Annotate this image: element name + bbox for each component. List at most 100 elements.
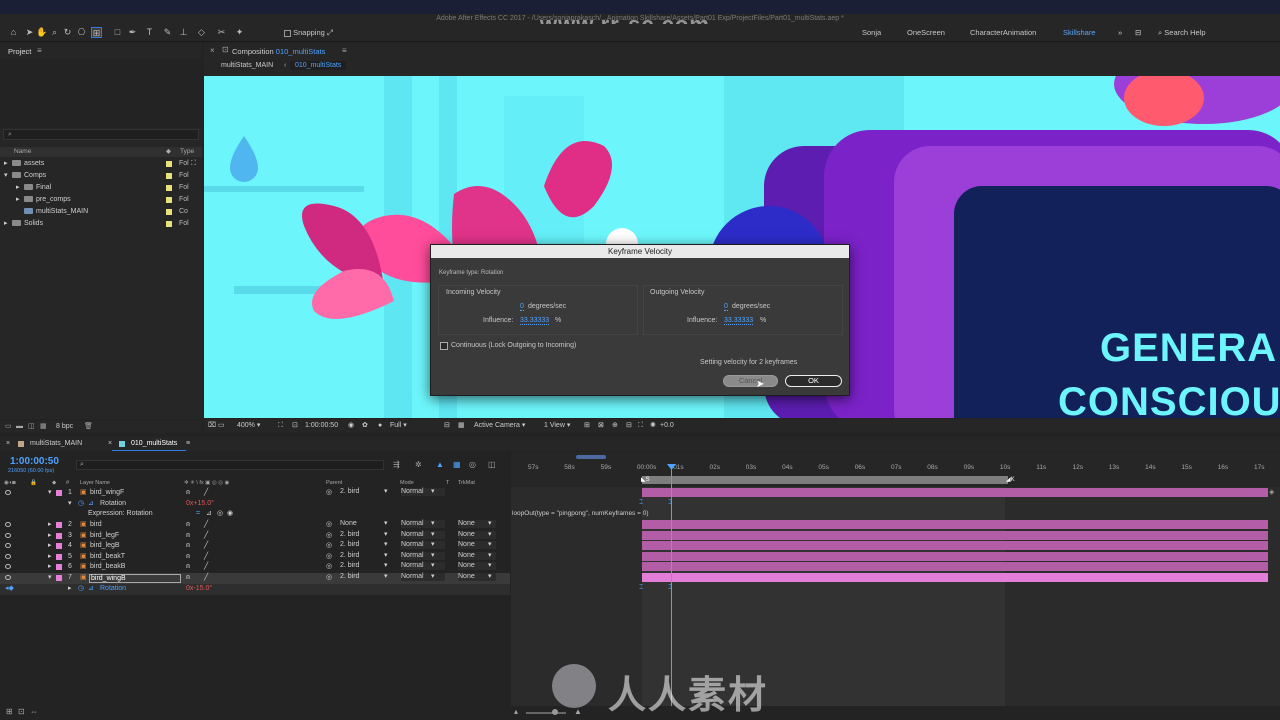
reset-exposure-icon[interactable]: ✺ [650,419,656,433]
label-col-icon[interactable]: ◆ [52,479,56,487]
safe-zones-icon[interactable]: ⛶ [278,419,283,433]
roto-tool-icon[interactable]: ✂ [216,27,227,38]
layer-row[interactable]: ▸ 4 ▣ bird_legB ⍝ ╱ ◎ 2. bird ▾ Normal ▾ N… [0,541,510,552]
pickwhip-icon[interactable]: ◎ [326,562,332,572]
rotate-tool-icon[interactable]: ↻ [62,27,73,38]
flowchart-icon[interactable]: ⛶ [191,158,196,170]
breadcrumb-parent[interactable]: multiStats_MAIN [221,62,273,69]
mode-dropdown[interactable]: Normal ▾ [401,573,445,581]
mode-dropdown[interactable]: Normal ▾ [401,541,445,549]
selection-tool-icon[interactable]: ➤ [24,27,35,38]
hide-shy-layers-icon[interactable]: ▲ [436,460,444,469]
timeline-icon[interactable]: ⊟ [626,419,632,433]
timeline-search-input[interactable]: ⌕ [76,460,384,470]
project-item[interactable]: ▸ Final Fol [0,182,200,194]
expression-graph-icon[interactable]: ⊿ [206,509,212,519]
pickwhip-icon[interactable]: ◎ [326,488,332,498]
expression-language-menu-icon[interactable]: ◉ [227,509,233,519]
resolution-dropdown[interactable]: Full ▾ [390,419,407,433]
layer-name[interactable]: bird [90,520,102,530]
mode-dropdown[interactable]: Normal ▾ [401,562,445,570]
pan-behind-tool-icon[interactable]: ⊞ [91,27,102,38]
layer-row-selected[interactable]: ▾ 7 ▣ bird_wingB ⍝ ╱ ◎ 2. bird ▾ Normal ▾ … [0,573,510,584]
col-parent[interactable]: Parent [326,479,342,487]
property-value[interactable]: 0x+15.0° [186,499,214,509]
switches-header-icons[interactable]: ✲ ✳ \ fx ▣ ◎ ◎ ◉ [184,479,229,487]
lock-col-icon[interactable]: 🔒 [30,479,37,487]
brush-tool-icon[interactable]: ✎ [162,27,173,38]
layer-label-color[interactable] [56,490,62,496]
trkmat-dropdown[interactable]: None ▾ [458,541,496,549]
mode-dropdown[interactable]: Normal ▾ [401,552,445,560]
label-color-swatch[interactable] [166,197,172,203]
trkmat-dropdown[interactable]: None ▾ [458,552,496,560]
panel-menu-icon[interactable]: ≡ [186,437,190,451]
mode-dropdown[interactable]: Normal ▾ [401,520,445,528]
panel-menu-icon[interactable]: ≡ [37,46,42,55]
layer-label-color[interactable] [56,575,62,581]
layer-duration-bar[interactable] [642,531,1268,540]
flowchart-icon[interactable]: ⛶ [638,419,643,433]
zoom-tool-icon[interactable]: ⌕ [49,27,60,38]
col-type[interactable]: Type [180,147,194,157]
layer-name[interactable]: bird_beakB [90,562,125,572]
keyframe-icon[interactable]: ⌶ [639,499,643,507]
visibility-eye-icon[interactable] [5,554,11,559]
col-name[interactable]: Name [14,147,31,157]
shy-switch-icon[interactable]: ⍝ [186,531,190,541]
shy-switch-icon[interactable]: ⍝ [186,488,190,498]
snapshot-icon[interactable]: ◉ [348,419,354,433]
region-of-interest-icon[interactable]: ⊟ [444,419,450,433]
camera-dropdown[interactable]: Active Camera ▾ [474,419,525,433]
toggle-switches-icon[interactable]: ⊞ [6,707,13,716]
visibility-eye-icon[interactable] [5,490,11,495]
frame-blending-icon[interactable]: ▦ [453,460,461,469]
pickwhip-icon[interactable]: ◎ [326,541,332,551]
parent-dropdown[interactable]: 2. bird ▾ [340,488,388,496]
zoom-slider-handle[interactable] [552,709,558,715]
project-item[interactable]: ▸ Solids Fol [0,218,200,230]
tab-010-multistats[interactable]: 010_multiStats [131,437,177,451]
layer-label-color[interactable] [56,564,62,570]
layer-label-color[interactable] [56,522,62,528]
always-preview-icon[interactable]: ⌧ [208,419,216,433]
exposure-value[interactable]: +0.0 [660,419,674,433]
shy-switch-icon[interactable]: ⍝ [186,573,190,583]
parent-dropdown[interactable]: 2. bird ▾ [340,531,388,539]
twirl-closed-icon[interactable]: ▸ [48,541,52,551]
new-folder-icon[interactable]: ▬ [16,421,23,433]
layer-duration-bar[interactable] [642,541,1268,550]
color-channel-icon[interactable]: ● [378,419,382,433]
views-dropdown[interactable]: 1 View ▾ [544,419,570,433]
keyframe-icon[interactable]: ⌶ [639,584,643,592]
incoming-velocity-value[interactable]: 0 [520,303,524,311]
visibility-eye-icon[interactable] [5,564,11,569]
property-row[interactable]: ◂◆ ▸ ◷ ⊿ Rotation 0x-15.0° [0,584,510,595]
workspaces-overflow-icon[interactable]: » [1118,28,1122,37]
trash-icon[interactable]: 🗑 [84,421,93,433]
property-value[interactable]: 0x-15.0° [186,584,212,594]
layer-name[interactable]: bird_legF [90,531,119,541]
quality-switch-icon[interactable]: ╱ [204,552,208,562]
zoom-slider[interactable] [526,712,566,714]
channel-icon[interactable]: ✿ [362,419,368,433]
outgoing-velocity-value[interactable]: 0 [724,303,728,311]
camera-tool-icon[interactable]: ⎔ [76,27,87,38]
timeline-nav-icon[interactable]: ◈ [1269,488,1274,496]
pickwhip-icon[interactable]: ◎ [326,573,332,583]
toggle-pixel-icon[interactable]: ⊞ [584,419,590,433]
close-tab-icon[interactable]: × [210,46,215,55]
twirl-open-icon[interactable]: ▾ [68,499,72,509]
twirl-closed-icon[interactable]: ▸ [48,552,52,562]
layer-name[interactable]: bird_legB [90,541,120,551]
parent-dropdown[interactable]: 2. bird ▾ [340,541,388,549]
continuous-checkbox[interactable] [440,342,448,350]
parent-dropdown[interactable]: 2. bird ▾ [340,573,388,581]
quality-switch-icon[interactable]: ╱ [204,573,208,583]
cancel-button[interactable]: Cancel [723,375,778,387]
toggle-modes-icon[interactable]: ⊡ [18,707,25,716]
label-color-swatch[interactable] [166,185,172,191]
layer-duration-bar[interactable] [642,520,1268,529]
trkmat-dropdown[interactable]: None ▾ [458,573,496,581]
property-row[interactable]: ▾ ◷ ⊿ Rotation 0x+15.0° [0,499,510,510]
